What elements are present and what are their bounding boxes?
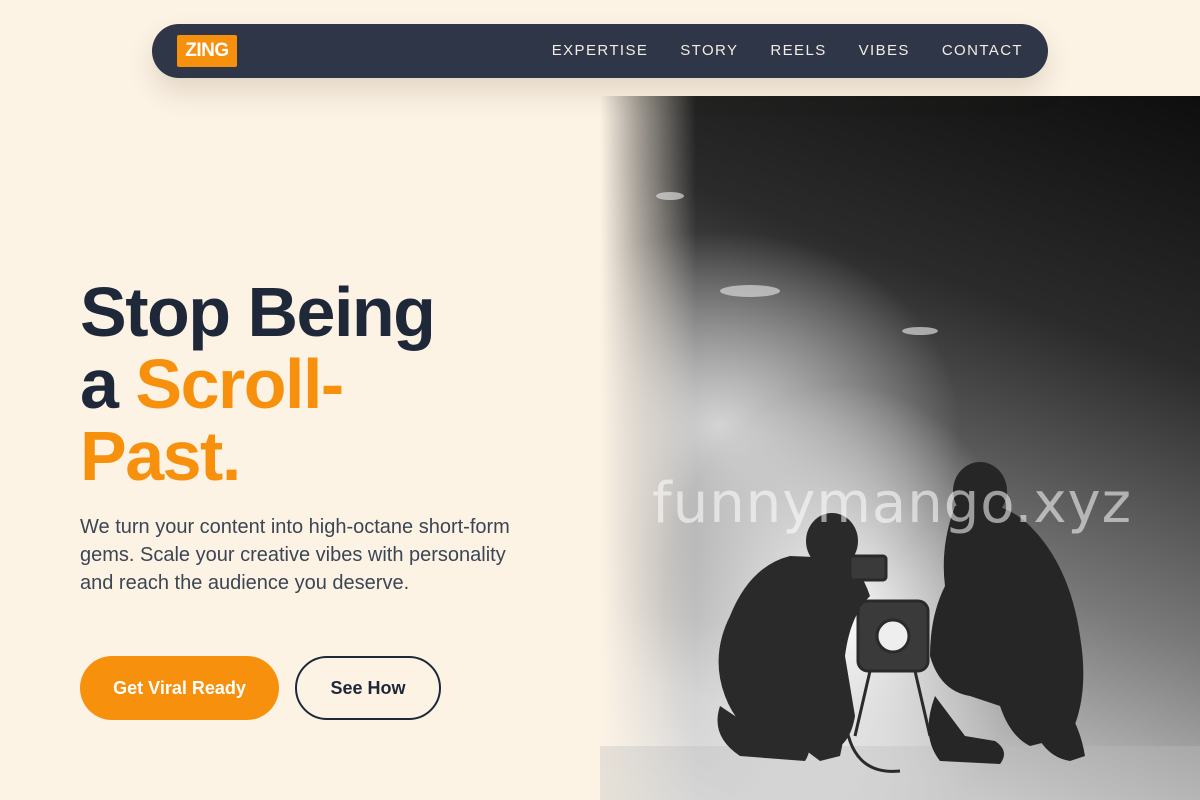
brand-logo[interactable]: ZING [177,35,237,67]
headline-accent: Scroll- [135,345,344,423]
hero-headline: Stop Being a Scroll- Past. [80,273,436,495]
hero-image: funnymango.xyz [600,96,1200,800]
see-how-button[interactable]: See How [295,656,441,720]
headline-line-3: Past. [80,417,241,495]
landing-page: ZING EXPERTISE STORY REELS VIBES CONTACT… [0,0,1200,800]
nav-link-reels[interactable]: REELS [770,42,826,59]
headline-prefix: a [80,345,136,423]
filmmakers-silhouette-illustration [600,192,1200,800]
image-watermark: funnymango.xyz [652,471,1132,536]
headline-line-1: Stop Being [80,273,436,351]
nav-link-vibes[interactable]: VIBES [859,42,910,59]
nav-links: EXPERTISE STORY REELS VIBES CONTACT [552,24,1023,78]
nav-link-contact[interactable]: CONTACT [942,42,1023,59]
nav-link-story[interactable]: STORY [680,42,738,59]
nav-link-expertise[interactable]: EXPERTISE [552,42,649,59]
get-viral-ready-button[interactable]: Get Viral Ready [80,656,279,720]
hero-description: We turn your content into high-octane sh… [80,516,510,594]
headline-line-2: a Scroll- [80,348,434,420]
top-navbar: ZING EXPERTISE STORY REELS VIBES CONTACT [152,24,1048,78]
